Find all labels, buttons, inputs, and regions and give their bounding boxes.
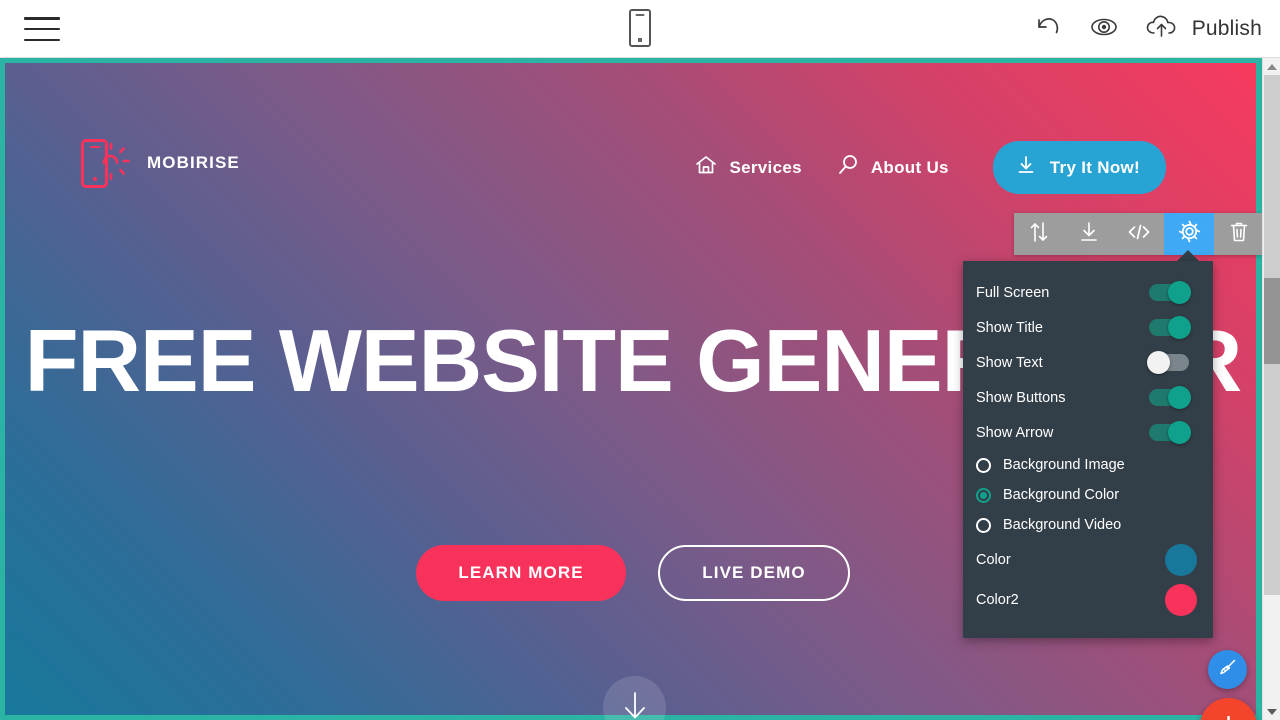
publish-button[interactable]: Publish	[1144, 12, 1262, 47]
paint-brush-icon	[1217, 656, 1239, 683]
hamburger-line	[24, 17, 60, 20]
canvas-scrollbar[interactable]	[1262, 58, 1280, 720]
setting-label: Show Arrow	[976, 424, 1054, 441]
scrollbar-track[interactable]	[1264, 75, 1280, 595]
learn-more-button[interactable]: LEARN MORE	[416, 545, 626, 601]
undo-arrow-icon	[1032, 11, 1064, 48]
try-it-now-label: Try It Now!	[1049, 157, 1140, 177]
color2-label: Color2	[976, 592, 1019, 608]
setting-show-title[interactable]: Show Title	[963, 310, 1213, 345]
background-video-radio[interactable]	[976, 517, 991, 533]
download-block-button[interactable]	[1064, 213, 1114, 255]
eye-preview-icon	[1086, 12, 1122, 47]
setting-color: Color	[963, 540, 1213, 580]
try-it-now-button[interactable]: Try It Now!	[992, 141, 1166, 194]
hamburger-menu-icon[interactable]	[24, 13, 60, 45]
up-down-arrows-icon	[1027, 220, 1051, 249]
option-label: Background Video	[1003, 517, 1122, 533]
option-background-image[interactable]: Background Image	[963, 450, 1213, 480]
preview-button[interactable]	[1086, 12, 1122, 47]
setting-show-text[interactable]: Show Text	[963, 345, 1213, 380]
option-label: Background Image	[1003, 457, 1125, 473]
delete-block-button[interactable]	[1214, 213, 1262, 255]
setting-label: Show Title	[976, 319, 1043, 336]
full-screen-toggle[interactable]	[1149, 281, 1191, 304]
scrollbar-thumb[interactable]	[1264, 278, 1280, 364]
site-nav: Services About Us Try It Now!	[694, 141, 1166, 194]
block-edit-toolbar	[1014, 213, 1262, 255]
app-toolbar-actions: Publish	[1032, 0, 1262, 58]
block-settings-button[interactable]	[1164, 213, 1214, 255]
live-demo-button[interactable]: LIVE DEMO	[658, 545, 850, 601]
option-label: Background Color	[1003, 487, 1120, 503]
setting-show-buttons[interactable]: Show Buttons	[963, 380, 1213, 415]
mobirise-phone-sun-icon	[73, 135, 135, 191]
arrow-down-icon	[618, 685, 652, 720]
scroll-up-arrow-icon[interactable]	[1263, 58, 1280, 75]
editor-canvas: MOBIRISE Services About Us Try It Now! F…	[0, 58, 1262, 720]
background-image-radio[interactable]	[976, 457, 991, 473]
setting-label: Show Buttons	[976, 389, 1066, 406]
download-icon	[1077, 220, 1101, 249]
move-block-button[interactable]	[1014, 213, 1064, 255]
app-toolbar: Publish	[0, 0, 1280, 58]
setting-color2: Color2	[963, 580, 1213, 620]
show-title-toggle[interactable]	[1149, 316, 1191, 339]
gear-icon	[1177, 219, 1202, 249]
nav-item-services[interactable]: Services	[694, 153, 802, 182]
background-color-radio[interactable]	[976, 487, 991, 503]
theme-brush-button[interactable]	[1208, 650, 1247, 689]
site-logo[interactable]: MOBIRISE	[73, 135, 240, 191]
color-swatch[interactable]	[1165, 544, 1197, 576]
setting-show-arrow[interactable]: Show Arrow	[963, 415, 1213, 450]
edit-code-button[interactable]	[1114, 213, 1164, 255]
site-logo-text: MOBIRISE	[147, 153, 240, 172]
magnifier-icon	[836, 153, 860, 182]
publish-label: Publish	[1191, 17, 1262, 40]
code-brackets-icon	[1126, 220, 1152, 249]
hamburger-line	[24, 27, 60, 31]
color-label: Color	[976, 552, 1011, 568]
home-icon	[694, 153, 718, 182]
show-text-toggle[interactable]	[1147, 351, 1189, 374]
color2-swatch[interactable]	[1165, 584, 1197, 616]
nav-item-about-us[interactable]: About Us	[836, 153, 949, 182]
mobile-device-icon[interactable]	[629, 9, 651, 47]
block-settings-panel: Full Screen Show Title Show Text Show Bu…	[963, 261, 1213, 638]
nav-label-about-us: About Us	[870, 157, 949, 177]
option-background-video[interactable]: Background Video	[963, 510, 1213, 540]
show-buttons-toggle[interactable]	[1149, 386, 1191, 409]
setting-full-screen[interactable]: Full Screen	[963, 275, 1213, 310]
option-background-color[interactable]: Background Color	[963, 480, 1213, 510]
scroll-down-arrow-icon[interactable]	[1263, 703, 1280, 720]
hamburger-line	[24, 38, 60, 41]
setting-label: Show Text	[976, 354, 1043, 371]
cloud-upload-icon	[1144, 12, 1182, 47]
nav-label-services: Services	[729, 157, 802, 177]
scroll-down-button[interactable]	[603, 676, 666, 720]
undo-button[interactable]	[1032, 11, 1064, 48]
show-arrow-toggle[interactable]	[1149, 421, 1191, 444]
setting-label: Full Screen	[976, 284, 1050, 301]
trash-icon	[1228, 220, 1250, 249]
download-icon	[1015, 154, 1037, 181]
